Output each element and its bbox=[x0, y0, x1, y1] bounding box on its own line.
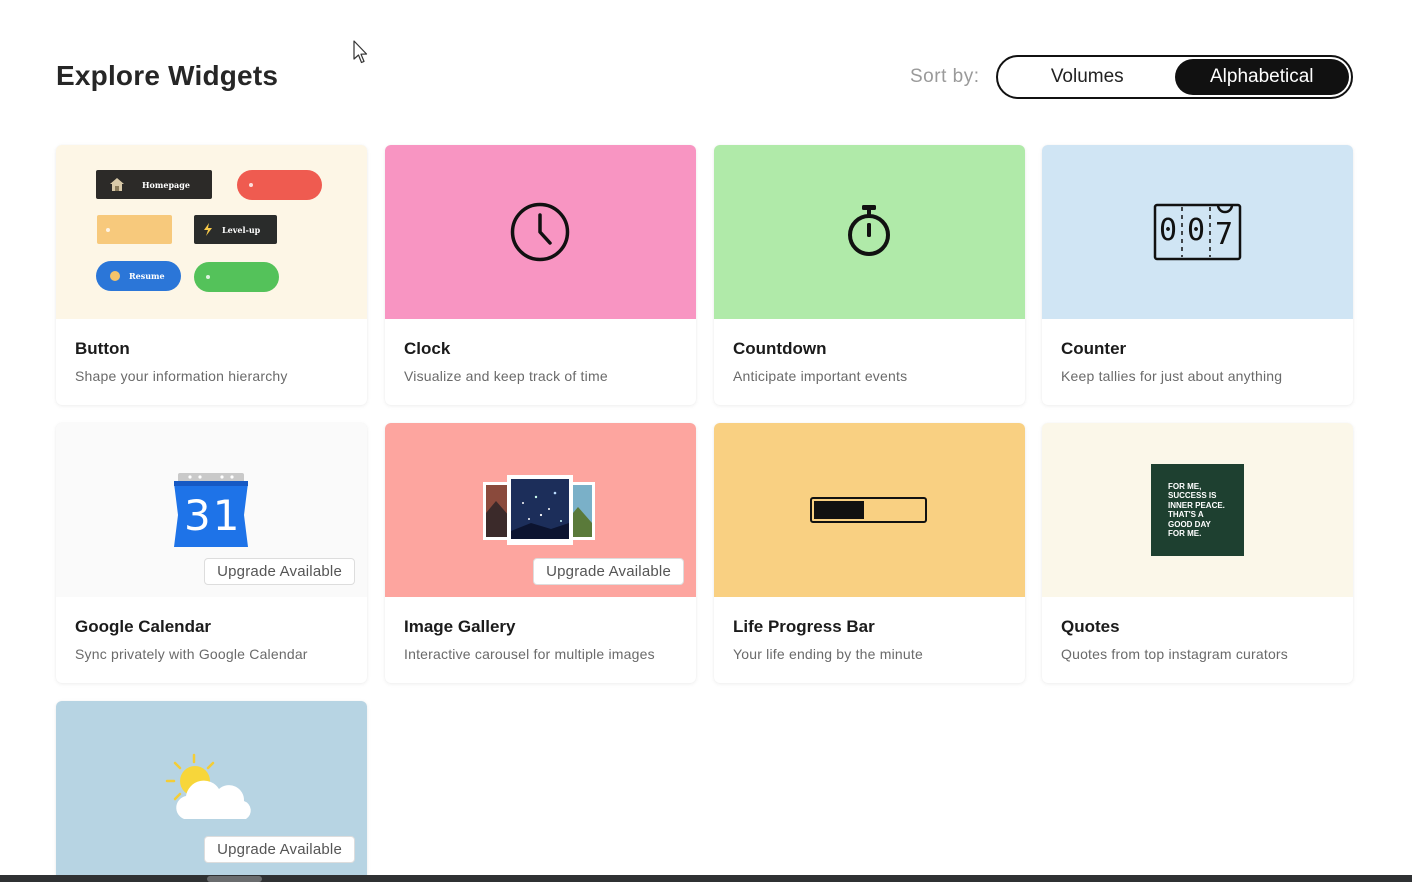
widget-thumbnail: FOR ME, SUCCESS IS INNER PEACE. THAT'S A… bbox=[1042, 423, 1353, 597]
widget-card-life-progress-bar[interactable]: Life Progress Bar Your life ending by th… bbox=[714, 423, 1025, 683]
preview-levelup-button: Level-up bbox=[194, 215, 277, 244]
hand-icon bbox=[110, 271, 120, 281]
preview-homepage-label: Homepage bbox=[142, 179, 190, 190]
sort-toggle: Volumes Alphabetical bbox=[996, 55, 1353, 99]
preview-resume-label: Resume bbox=[129, 271, 165, 281]
preview-yellow-button bbox=[97, 215, 172, 244]
widgets-page: Explore Widgets Sort by: Volumes Alphabe… bbox=[0, 0, 1412, 882]
mouse-cursor-icon bbox=[353, 40, 368, 64]
widget-description: Sync privately with Google Calendar bbox=[75, 646, 308, 662]
stopwatch-icon bbox=[848, 205, 890, 256]
upgrade-available-badge[interactable]: Upgrade Available bbox=[204, 558, 355, 585]
progress-bar-icon bbox=[810, 497, 927, 523]
widget-thumbnail bbox=[714, 423, 1025, 597]
widget-title: Counter bbox=[1061, 339, 1127, 358]
widget-description: Quotes from top instagram curators bbox=[1061, 646, 1288, 662]
sort-option-volumes[interactable]: Volumes bbox=[1000, 59, 1175, 95]
image-stack-icon bbox=[483, 475, 595, 545]
scrollbar-thumb[interactable] bbox=[207, 876, 262, 882]
widget-title: Image Gallery bbox=[404, 617, 516, 636]
page-title: Explore Widgets bbox=[56, 60, 279, 91]
quote-line: SUCCESS IS bbox=[1168, 491, 1217, 501]
widget-thumbnail bbox=[385, 145, 696, 319]
widget-description: Keep tallies for just about anything bbox=[1061, 368, 1283, 384]
widget-card-google-calendar[interactable]: 31 Upgrade Available Google Calendar Syn… bbox=[56, 423, 367, 683]
quote-line: THAT'S A bbox=[1168, 510, 1204, 520]
widget-card-weather[interactable]: Upgrade Available bbox=[56, 701, 367, 882]
quote-line: FOR ME. bbox=[1168, 529, 1202, 539]
widget-thumbnail: 31 Upgrade Available bbox=[56, 423, 367, 597]
preview-levelup-label: Level-up bbox=[222, 224, 261, 235]
sort-option-alphabetical[interactable]: Alphabetical bbox=[1174, 59, 1349, 95]
widget-card-countdown[interactable]: Countdown Anticipate important events bbox=[714, 145, 1025, 405]
widget-description: Anticipate important events bbox=[733, 368, 908, 384]
quote-preview-card: FOR ME, SUCCESS IS INNER PEACE. THAT'S A… bbox=[1151, 464, 1244, 556]
widget-title: Button bbox=[75, 339, 130, 358]
widget-title: Life Progress Bar bbox=[733, 617, 875, 636]
preview-red-pill bbox=[237, 170, 322, 200]
widget-thumbnail: Homepage Level-up Resume bbox=[56, 145, 367, 319]
calendar-day: 31 bbox=[184, 491, 242, 540]
widget-thumbnail bbox=[714, 145, 1025, 319]
house-icon bbox=[110, 178, 124, 191]
widget-description: Visualize and keep track of time bbox=[404, 368, 608, 384]
widget-description: Interactive carousel for multiple images bbox=[404, 646, 655, 662]
widget-title: Clock bbox=[404, 339, 451, 358]
counter-digit: 0 bbox=[1159, 213, 1178, 248]
partly-cloudy-icon bbox=[165, 753, 251, 819]
widget-description: Your life ending by the minute bbox=[733, 646, 923, 662]
quote-line: FOR ME, bbox=[1168, 482, 1202, 491]
widget-thumbnail: 0 0 7 bbox=[1042, 145, 1353, 319]
widget-title: Countdown bbox=[733, 339, 827, 358]
widget-card-counter[interactable]: 0 0 7 Counter Keep tallies for just abou… bbox=[1042, 145, 1353, 405]
widget-card-button[interactable]: Homepage Level-up Resume Button Shape yo… bbox=[56, 145, 367, 405]
upgrade-available-badge[interactable]: Upgrade Available bbox=[204, 836, 355, 863]
progress-bar-fill bbox=[814, 501, 865, 519]
widget-title: Google Calendar bbox=[75, 617, 212, 636]
clock-icon bbox=[510, 202, 570, 262]
widget-thumbnail: Upgrade Available bbox=[56, 701, 367, 875]
preview-homepage-button: Homepage bbox=[96, 170, 212, 199]
widget-card-quotes[interactable]: FOR ME, SUCCESS IS INNER PEACE. THAT'S A… bbox=[1042, 423, 1353, 683]
widget-card-image-gallery[interactable]: Upgrade Available Image Gallery Interact… bbox=[385, 423, 696, 683]
widget-description: Shape your information hierarchy bbox=[75, 368, 288, 384]
widget-thumbnail: Upgrade Available bbox=[385, 423, 696, 597]
preview-resume-button: Resume bbox=[96, 261, 181, 291]
preview-green-pill bbox=[194, 262, 279, 292]
quote-line: GOOD DAY bbox=[1168, 519, 1211, 529]
upgrade-available-badge[interactable]: Upgrade Available bbox=[533, 558, 684, 585]
widget-card-clock[interactable]: Clock Visualize and keep track of time bbox=[385, 145, 696, 405]
counter-digit: 0 bbox=[1187, 213, 1206, 248]
sort-label: Sort by: bbox=[910, 66, 980, 87]
counter-digit: 7 bbox=[1215, 217, 1234, 252]
lightning-icon bbox=[204, 223, 212, 236]
widget-title: Quotes bbox=[1061, 617, 1120, 636]
quote-line: INNER PEACE. bbox=[1168, 500, 1225, 510]
